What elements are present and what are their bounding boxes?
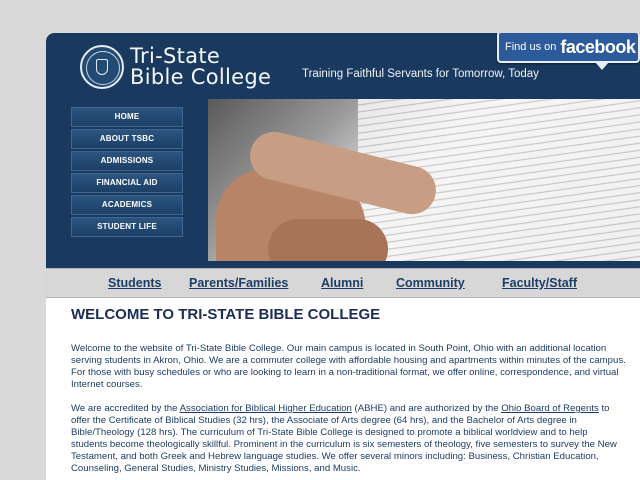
page-title: WELCOME TO TRI-STATE BIBLE COLLEGE [71, 306, 381, 323]
logo-text: Tri-State Bible College [130, 46, 271, 88]
facebook-logo-text: facebook [560, 36, 636, 57]
nav-item-financial-aid[interactable]: FINANCIAL AID [71, 173, 183, 193]
audience-link-alumni[interactable]: Alumni [321, 276, 363, 290]
nav-item-admissions[interactable]: ADMISSIONS [71, 151, 183, 171]
nav-item-student-life[interactable]: STUDENT LIFE [71, 217, 183, 237]
audience-nav: Students Parents/Families Alumni Communi… [46, 268, 640, 298]
intro-paragraph: Welcome to the website of Tri-State Bibl… [71, 343, 626, 390]
audience-link-faculty-staff[interactable]: Faculty/Staff [502, 276, 577, 290]
nav-item-about[interactable]: ABOUT TSBC [71, 129, 183, 149]
facebook-pre-text: Find us on [505, 41, 557, 53]
audience-link-parents[interactable]: Parents/Families [189, 276, 288, 290]
hero-image-bible-reading [208, 99, 640, 261]
page-container: Tri-State Bible College Training Faithfu… [46, 33, 640, 480]
tagline: Training Faithful Servants for Tomorrow,… [302, 68, 539, 80]
logo-line-2: Bible College [130, 65, 272, 89]
facebook-button[interactable]: Find us on facebook [497, 33, 640, 70]
accreditation-paragraph: We are accredited by the Association for… [71, 403, 626, 475]
abhe-link[interactable]: Association for Biblical Higher Educatio… [180, 403, 352, 414]
ohio-board-link[interactable]: Ohio Board of Regents [501, 403, 599, 414]
nav-item-academics[interactable]: ACADEMICS [71, 195, 183, 215]
main-content: WELCOME TO TRI-STATE BIBLE COLLEGE Welco… [71, 306, 626, 480]
header-banner: Tri-State Bible College Training Faithfu… [46, 33, 640, 268]
logo-line-1: Tri-State [130, 44, 221, 68]
college-logo[interactable]: Tri-State Bible College [80, 45, 271, 89]
college-seal-icon [80, 45, 124, 89]
main-nav: HOME ABOUT TSBC ADMISSIONS FINANCIAL AID… [71, 107, 183, 239]
nav-item-home[interactable]: HOME [71, 107, 183, 127]
audience-link-community[interactable]: Community [396, 276, 465, 290]
accreditation-text-a: We are accredited by the [71, 403, 180, 414]
audience-link-students[interactable]: Students [108, 276, 161, 290]
accreditation-text-b: (ABHE) and are authorized by the [351, 403, 502, 414]
